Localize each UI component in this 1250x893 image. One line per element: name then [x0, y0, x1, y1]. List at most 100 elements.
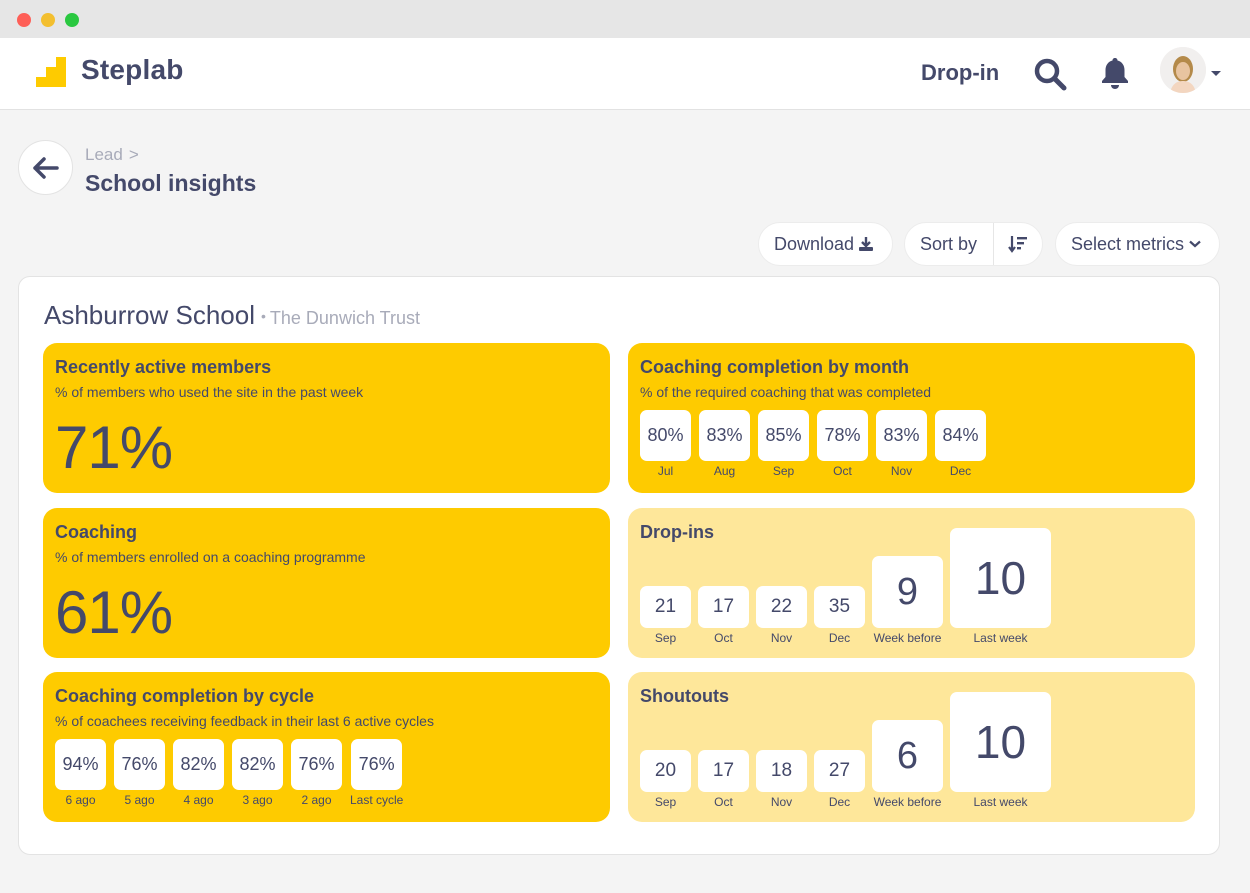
cycle-tile: 76% 5 ago [114, 739, 165, 807]
month-tile: 83% Aug [699, 410, 750, 478]
school-heading: Ashburrow School • The Dunwich Trust [44, 300, 420, 331]
card-subtitle: % of coachees receiving feedback in thei… [55, 713, 434, 729]
count-tile: 6 Week before [872, 720, 943, 809]
school-insights-panel: Ashburrow School • The Dunwich Trust Recen… [18, 276, 1220, 855]
count-label: Week before [873, 631, 942, 645]
month-tile: 80% Jul [640, 410, 691, 478]
tile-value: 76% [351, 739, 403, 790]
count-tile: 17 Oct [698, 586, 749, 645]
breadcrumb: Lead > [85, 145, 139, 165]
steplab-logo-icon[interactable] [36, 57, 66, 87]
tile-label: Last cycle [350, 793, 404, 807]
count-value: 35 [814, 586, 865, 628]
sort-descending-icon [1008, 236, 1028, 253]
dropin-link[interactable]: Drop-in [921, 60, 999, 86]
count-value: 6 [872, 720, 943, 792]
count-tile: 21 Sep [640, 586, 691, 645]
bell-icon[interactable] [1099, 56, 1131, 90]
breadcrumb-lead[interactable]: Lead [85, 145, 123, 164]
card-subtitle: % of the required coaching that was comp… [640, 384, 932, 400]
window-minimize-button[interactable] [41, 13, 55, 27]
sort-direction-button[interactable] [994, 223, 1042, 265]
back-button[interactable] [18, 140, 73, 195]
tile-value: 84% [935, 410, 986, 461]
tile-label: Jul [657, 464, 674, 478]
cycle-tiles: 94% 6 ago 76% 5 ago 82% 4 ago 82% 3 ago 76% 2… [55, 739, 403, 807]
count-value: 10 [950, 528, 1051, 628]
card-shoutouts: Shoutouts 20 Sep 17 Oct 18 Nov 27 Dec 6 Week … [628, 672, 1195, 822]
count-tile: 20 Sep [640, 750, 691, 809]
chevron-down-icon [1189, 240, 1201, 248]
count-label: Sep [654, 795, 677, 809]
count-value: 9 [872, 556, 943, 628]
shoutout-counts: 20 Sep 17 Oct 18 Nov 27 Dec 6 Week before 10 L… [640, 692, 1051, 809]
window-maximize-button[interactable] [65, 13, 79, 27]
count-tile: 10 Last week [950, 528, 1051, 645]
card-title: Coaching completion by cycle [55, 686, 315, 706]
count-label: Week before [873, 795, 942, 809]
count-label: Last week [973, 631, 1028, 645]
month-tile: 84% Dec [935, 410, 986, 478]
trust-name: The Dunwich Trust [269, 308, 420, 328]
count-tile: 9 Week before [872, 556, 943, 645]
tile-value: 80% [640, 410, 691, 461]
cycle-tile: 76% Last cycle [350, 739, 403, 807]
count-value: 27 [814, 750, 865, 792]
count-label: Nov [770, 795, 793, 809]
sort-by-control: Sort by [904, 222, 1043, 266]
window-close-button[interactable] [17, 13, 31, 27]
count-value: 21 [640, 586, 691, 628]
tile-value: 76% [291, 739, 342, 790]
tile-value: 82% [173, 739, 224, 790]
cycle-tile: 94% 6 ago [55, 739, 106, 807]
cycle-tile: 76% 2 ago [291, 739, 342, 807]
arrow-left-icon [32, 156, 59, 179]
count-value: 17 [698, 750, 749, 792]
sort-by-button[interactable]: Sort by [905, 223, 995, 265]
count-value: 18 [756, 750, 807, 792]
tile-value: 76% [114, 739, 165, 790]
user-avatar[interactable] [1160, 47, 1206, 93]
select-metrics-dropdown[interactable]: Select metrics [1055, 222, 1220, 266]
count-tile: 10 Last week [950, 692, 1051, 809]
breadcrumb-separator: > [128, 145, 139, 164]
tile-value: 78% [817, 410, 868, 461]
tile-label: 4 ago [183, 793, 214, 807]
card-title: Coaching completion by month [640, 357, 909, 377]
count-value: 17 [698, 586, 749, 628]
count-tile: 17 Oct [698, 750, 749, 809]
count-label: Oct [714, 631, 733, 645]
card-subtitle: % of members who used the site in the pa… [55, 384, 364, 400]
count-value: 20 [640, 750, 691, 792]
count-label: Nov [770, 631, 793, 645]
avatar-menu-caret-icon[interactable] [1211, 71, 1221, 76]
count-label: Dec [828, 795, 851, 809]
metric-value: 71% [55, 414, 173, 481]
card-coaching: Coaching % of members enrolled on a coac… [43, 508, 610, 658]
tile-label: 6 ago [65, 793, 96, 807]
school-name: Ashburrow School [44, 300, 255, 330]
top-navbar: Steplab Drop-in [0, 38, 1250, 110]
brand-name[interactable]: Steplab [81, 54, 184, 86]
search-icon[interactable] [1033, 57, 1067, 91]
tile-value: 85% [758, 410, 809, 461]
school-separator-dot: • [261, 308, 266, 324]
metric-value: 61% [55, 579, 173, 646]
count-tile: 27 Dec [814, 750, 865, 809]
count-value: 22 [756, 586, 807, 628]
count-label: Sep [654, 631, 677, 645]
tile-label: Oct [833, 464, 852, 478]
count-label: Last week [973, 795, 1028, 809]
download-button[interactable]: Download [758, 222, 893, 266]
tile-label: 3 ago [242, 793, 273, 807]
tile-label: 2 ago [301, 793, 332, 807]
month-tiles: 80% Jul 83% Aug 85% Sep 78% Oct 83% Nov 84% De… [640, 410, 986, 478]
tile-label: Sep [772, 464, 795, 478]
count-tile: 22 Nov [756, 586, 807, 645]
tile-value: 82% [232, 739, 283, 790]
count-value: 10 [950, 692, 1051, 792]
month-tile: 83% Nov [876, 410, 927, 478]
card-title: Recently active members [55, 357, 272, 377]
count-label: Dec [828, 631, 851, 645]
page-title: School insights [85, 170, 257, 196]
